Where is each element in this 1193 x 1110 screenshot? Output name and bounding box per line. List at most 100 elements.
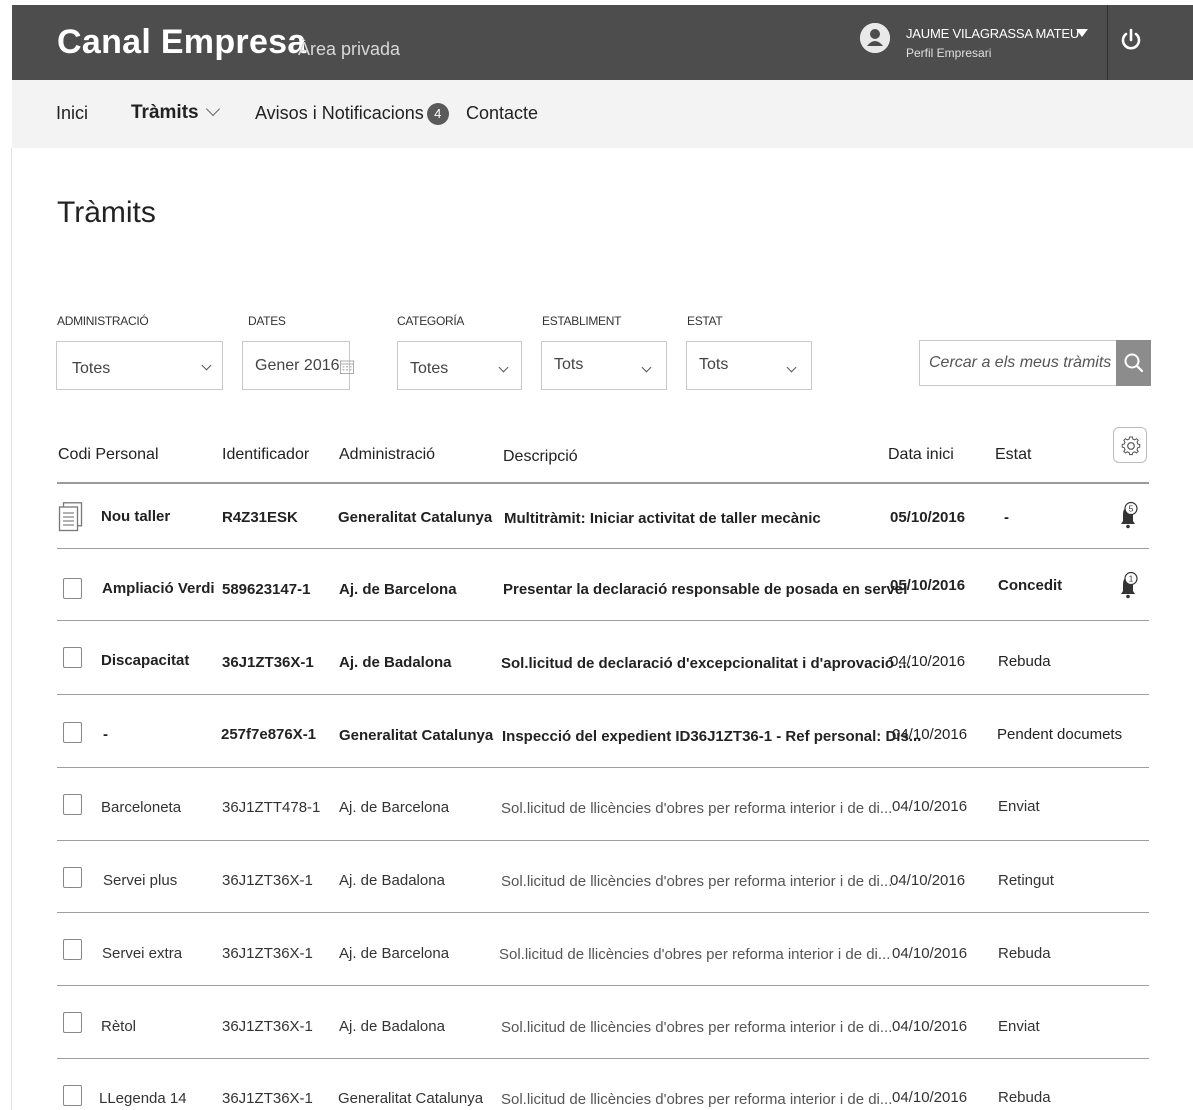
cell-administracio: Aj. de Badalona: [339, 872, 445, 889]
row-divider: [57, 1058, 1149, 1059]
row-checkbox[interactable]: [63, 1012, 82, 1033]
search-button[interactable]: [1116, 340, 1151, 386]
cell-identificador: R4Z31ESK: [222, 509, 298, 526]
chevron-down-icon: [201, 360, 212, 371]
row-divider: [57, 694, 1149, 695]
cell-identificador: 36J1ZT36X-1: [222, 654, 314, 671]
cell-administracio: Generalitat Catalunya: [339, 727, 494, 744]
column-header-administracio[interactable]: Administració: [339, 446, 435, 464]
cell-administracio: Aj. de Badalona: [339, 1018, 445, 1035]
cell-data-inici: 04/10/2016: [890, 653, 966, 670]
dates-picker[interactable]: Gener 2016: [242, 341, 354, 390]
cell-codi[interactable]: Barceloneta: [101, 799, 181, 816]
nav-item-avisos[interactable]: Avisos i Notificacions 4: [255, 102, 449, 126]
cell-identificador: 257f7e876X-1: [221, 726, 317, 743]
cell-data-inici: 04/10/2016: [892, 945, 968, 962]
cell-data-inici: 04/10/2016: [892, 1089, 968, 1106]
cell-administracio: Generalitat Catalunya: [338, 1090, 484, 1107]
cell-identificador: 36J1ZTT478-1: [222, 799, 321, 816]
cell-codi[interactable]: -: [103, 726, 108, 743]
search-input[interactable]: [920, 341, 1116, 385]
cell-estat: Rebuda: [998, 945, 1051, 962]
power-icon[interactable]: [1118, 27, 1144, 53]
nav-item-contacte[interactable]: Contacte: [466, 103, 538, 124]
cell-descripcio[interactable]: Multitràmit: Iniciar activitat de taller…: [504, 510, 821, 527]
topbar-divider: [1107, 5, 1108, 80]
chevron-down-icon: [641, 362, 652, 373]
filter-label-categoria: CATEGORÍA: [397, 314, 465, 328]
notification-bell-icon[interactable]: 5: [1116, 500, 1140, 530]
cell-descripcio[interactable]: Presentar la declaració responsable de p…: [503, 581, 907, 598]
estat-select[interactable]: Tots: [686, 341, 812, 390]
cell-descripcio[interactable]: Sol.licitud de llicències d'obres per re…: [501, 1091, 892, 1108]
row-divider: [57, 548, 1149, 549]
row-checkbox[interactable]: [63, 867, 82, 888]
cell-administracio: Aj. de Badalona: [339, 654, 452, 671]
cell-data-inici: 04/10/2016: [892, 1018, 968, 1035]
row-divider: [57, 912, 1149, 913]
user-avatar-icon[interactable]: [860, 23, 890, 53]
cell-estat: Enviat: [998, 798, 1040, 815]
column-header-identificador[interactable]: Identificador: [222, 446, 309, 464]
notification-bell-icon[interactable]: 1: [1116, 570, 1140, 600]
cell-estat: -: [1004, 509, 1009, 526]
bell-count: 5: [1129, 504, 1134, 514]
row-divider: [57, 620, 1149, 621]
cell-codi[interactable]: Servei plus: [103, 872, 177, 889]
cell-data-inici: 05/10/2016: [890, 577, 966, 594]
cell-descripcio[interactable]: Sol.licitud de llicències d'obres per re…: [501, 800, 892, 817]
cell-data-inici: 04/10/2016: [892, 798, 968, 815]
user-menu-caret-icon[interactable]: [1076, 29, 1088, 37]
select-value: Tots: [554, 356, 584, 373]
column-header-data-inici[interactable]: Data inici: [888, 446, 954, 464]
cell-administracio: Aj. de Barcelona: [339, 799, 450, 816]
cell-codi[interactable]: Servei extra: [102, 945, 182, 962]
cell-estat: Pendent documets: [997, 726, 1123, 743]
row-checkbox[interactable]: [63, 722, 82, 743]
cell-codi[interactable]: Ampliació Verdi: [102, 580, 215, 597]
cell-descripcio[interactable]: Sol.licitud de llicències d'obres per re…: [501, 873, 892, 890]
cell-descripcio[interactable]: Sol.licitud de llicències d'obres per re…: [501, 1019, 892, 1036]
row-checkbox[interactable]: [63, 794, 82, 815]
column-header-codi[interactable]: Codi Personal: [58, 446, 159, 464]
filter-label-administracio: ADMINISTRACIÓ: [57, 314, 149, 328]
brand-title[interactable]: Canal Empresa: [57, 23, 307, 62]
cell-estat: Rebuda: [998, 1089, 1051, 1106]
cell-administracio: Aj. de Barcelona: [339, 581, 457, 598]
nav-item-inici[interactable]: Inici: [56, 103, 88, 124]
brand-subtitle: Àrea privada: [298, 39, 401, 59]
administracio-select[interactable]: Totes: [56, 341, 223, 390]
cell-codi[interactable]: Nou taller: [101, 508, 170, 525]
nav-item-label: Avisos i Notificacions: [255, 103, 424, 123]
filter-label-establiment: ESTABLIMENT: [542, 314, 622, 328]
row-checkbox[interactable]: [63, 578, 82, 599]
select-value: Totes: [410, 360, 449, 377]
row-divider: [57, 767, 1149, 768]
bell-count: 1: [1129, 574, 1134, 584]
cell-codi[interactable]: Discapacitat: [101, 652, 189, 669]
establiment-select[interactable]: Tots: [541, 341, 667, 390]
cell-identificador: 36J1ZT36X-1: [222, 872, 313, 889]
row-checkbox[interactable]: [63, 1085, 82, 1106]
cell-codi[interactable]: Rètol: [101, 1018, 136, 1035]
row-checkbox[interactable]: [63, 939, 82, 960]
cell-descripcio[interactable]: Sol.licitud de declaració d'excepcionali…: [501, 655, 911, 672]
categoria-select[interactable]: Totes: [397, 341, 522, 390]
column-header-estat[interactable]: Estat: [995, 446, 1031, 464]
cell-descripcio[interactable]: Inspecció del expedient ID36J1ZT36-1 - R…: [502, 728, 921, 745]
row-divider: [57, 840, 1149, 841]
cell-codi[interactable]: LLegenda 14: [99, 1090, 187, 1107]
cell-descripcio[interactable]: Sol.licitud de llicències d'obres per re…: [499, 946, 890, 963]
cell-identificador: 36J1ZT36X-1: [222, 1090, 313, 1107]
nav-item-tramits[interactable]: Tràmits: [131, 101, 220, 124]
cell-data-inici: 04/10/2016: [890, 872, 966, 889]
select-value: Totes: [72, 360, 111, 377]
column-header-descripcio[interactable]: Descripció: [503, 448, 578, 466]
nav-item-label: Inici: [56, 103, 89, 123]
table-settings-button[interactable]: [1113, 427, 1147, 463]
cell-identificador: 36J1ZT36X-1: [222, 945, 313, 962]
page-title: Tràmits: [57, 196, 156, 229]
row-divider: [57, 985, 1149, 986]
user-name[interactable]: JAUME VILAGRASSA MATEU: [906, 26, 1079, 41]
row-checkbox[interactable]: [63, 647, 82, 668]
